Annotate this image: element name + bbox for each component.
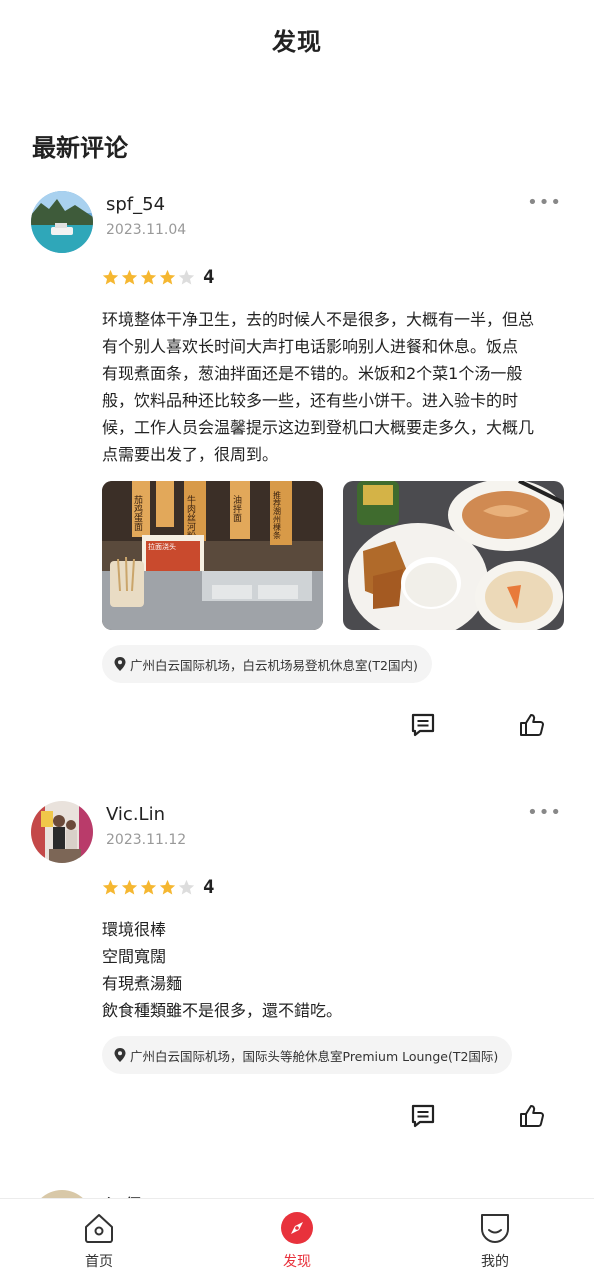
location-pin-icon — [114, 1048, 126, 1062]
review-text-line: 环境整体干净卫生，去的时候人不是很多，大概有一半，但总 — [102, 310, 535, 329]
star-icon — [159, 879, 176, 894]
avatar[interactable] — [31, 801, 93, 863]
location-tag[interactable]: 广州白云国际机场，白云机场易登机休息室(T2国内) — [102, 645, 432, 683]
star-icon — [121, 879, 138, 894]
top-header: 发现 — [0, 0, 594, 78]
location-pin-icon — [114, 657, 126, 671]
review-date: 2023.11.12 — [106, 832, 187, 848]
rating: 4 — [102, 876, 214, 898]
review-text-line: 空間寬闊 — [102, 947, 167, 966]
review-text-line: 候，工作人员会温馨提示这边到登机口大概要走多久，大概几 — [102, 418, 535, 437]
tab-mine[interactable]: 我的 — [435, 1199, 555, 1280]
review-text-line: 環境很棒 — [102, 920, 167, 939]
bottom-tab-bar: 首页 发现 我的 — [0, 1198, 594, 1280]
rating-value: 4 — [203, 876, 215, 898]
location-text: 广州白云国际机场，白云机场易登机休息室(T2国内) — [130, 657, 418, 673]
star-icon — [140, 879, 157, 894]
sign-text: 牛肉丝河粉 — [185, 494, 196, 541]
sign-text: 推荐潮州棵条 — [273, 490, 282, 539]
review-text-line: 般，饮料品种还比较多一些，还有些小饼干。进入验卡的时 — [102, 391, 519, 410]
review-text: 环境整体干净卫生，去的时候人不是很多，大概有一半，但总 有个别人喜欢长时间大声打… — [102, 306, 564, 468]
review-text-line: 有现煮面条，葱油拌面还是不错的。米饭和2个菜1个汤一般 — [102, 364, 523, 383]
like-icon[interactable] — [517, 710, 547, 740]
more-options-icon[interactable]: ••• — [527, 802, 562, 823]
review-text: 環境很棒 空間寬闊 有現煮湯麵 飲食種類雖不是很多，還不錯吃。 — [102, 916, 564, 1024]
sign-text: 茄鸡蛋面 — [132, 494, 143, 532]
star-icon — [140, 269, 157, 284]
star-icon — [102, 269, 119, 284]
tab-discover[interactable]: 发现 — [237, 1199, 357, 1280]
tab-label: 首页 — [85, 1254, 113, 1270]
photo-grid: 茄鸡蛋面 牛肉丝河粉 油拌面 推荐潮州棵条 拉面浇头 — [102, 481, 564, 630]
tab-label: 发现 — [283, 1254, 311, 1270]
tab-home[interactable]: 首页 — [39, 1199, 159, 1280]
like-icon[interactable] — [517, 1101, 547, 1131]
review-text-line: 飲食種類雖不是很多，還不錯吃。 — [102, 1001, 343, 1020]
page-title: 发现 — [272, 27, 322, 56]
rating: 4 — [102, 266, 214, 288]
sign-text: 拉面浇头 — [148, 542, 176, 551]
avatar[interactable] — [31, 191, 93, 253]
compass-icon — [281, 1212, 313, 1244]
star-icon — [159, 269, 176, 284]
review-photo[interactable] — [343, 481, 564, 630]
review-photo[interactable]: 茄鸡蛋面 牛肉丝河粉 油拌面 推荐潮州棵条 拉面浇头 — [102, 481, 323, 630]
username[interactable]: Vic.Lin — [106, 804, 165, 825]
star-empty-icon — [178, 879, 195, 894]
review-text-line: 点需要出发了，很周到。 — [102, 445, 279, 464]
review-text-line: 有現煮湯麵 — [102, 974, 183, 993]
comment-icon[interactable] — [408, 710, 438, 740]
star-empty-icon — [178, 269, 195, 284]
star-icon — [121, 269, 138, 284]
comment-icon[interactable] — [408, 1101, 438, 1131]
review-date: 2023.11.04 — [106, 222, 187, 238]
more-options-icon[interactable]: ••• — [527, 192, 562, 213]
tab-label: 我的 — [481, 1254, 509, 1270]
username[interactable]: spf_54 — [106, 194, 165, 215]
smiley-icon — [481, 1214, 509, 1243]
home-icon — [85, 1214, 113, 1243]
sign-text: 油拌面 — [231, 494, 242, 523]
location-tag[interactable]: 广州白云国际机场，国际头等舱休息室Premium Lounge(T2国际) — [102, 1036, 513, 1074]
star-icon — [102, 879, 119, 894]
review-text-line: 有个别人喜欢长时间大声打电话影响别人进餐和休息。饭点 — [102, 337, 519, 356]
rating-value: 4 — [203, 266, 215, 288]
location-text: 广州白云国际机场，国际头等舱休息室Premium Lounge(T2国际) — [130, 1048, 499, 1064]
section-title: 最新评论 — [32, 134, 128, 162]
